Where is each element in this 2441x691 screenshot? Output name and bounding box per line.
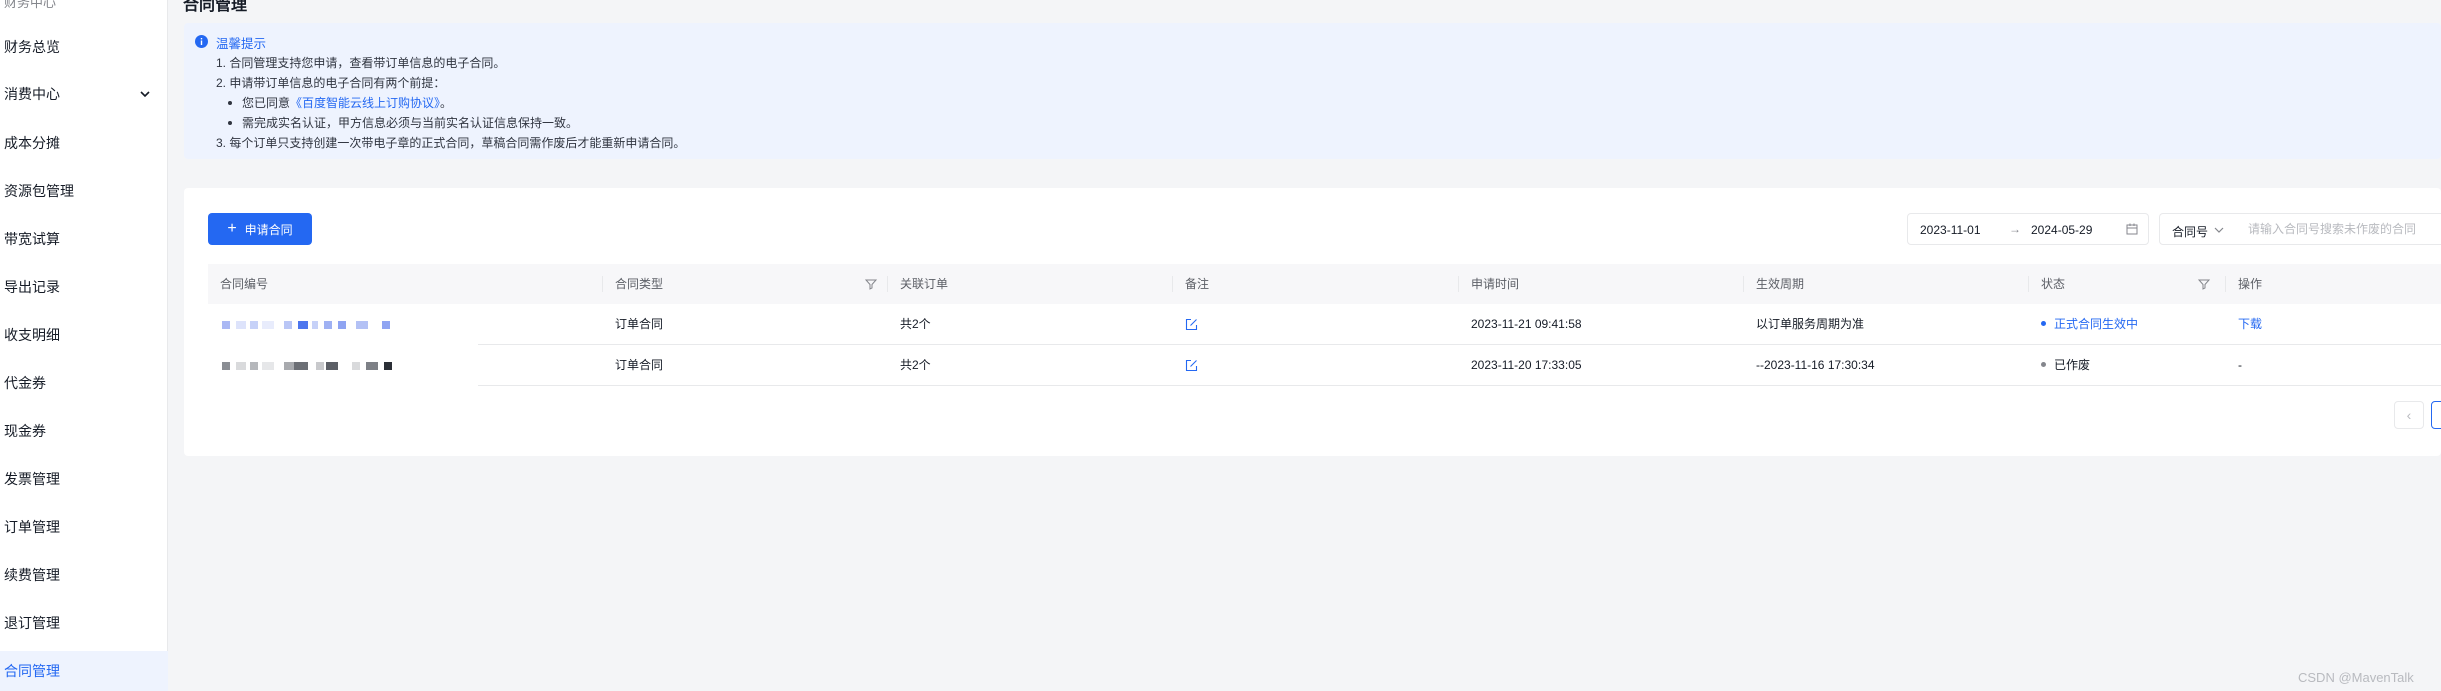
contract-list-card: + 申请合同 2023-11-01 → 2024-05-29 合同号 合同编号 …	[184, 188, 2441, 456]
sidebar-item-voucher[interactable]: 代金券	[0, 363, 168, 403]
sidebar-item-finance-overview[interactable]: 财务总览	[0, 27, 168, 67]
tip-bullet-2-text: 需完成实名认证，甲方信息必须与当前实名认证信息保持一致。	[242, 116, 579, 130]
status-text: 正式合同生效中	[2054, 317, 2139, 331]
sidebar-item-unsubscribe[interactable]: 退订管理	[0, 603, 168, 643]
tip-line-1: 1. 合同管理支持您申请，查看带订单信息的电子合同。	[216, 56, 506, 70]
chevron-down-icon	[140, 91, 150, 98]
watermark: CSDN @MavenTalk	[2298, 670, 2414, 685]
info-icon	[195, 35, 208, 48]
date-end: 2024-05-29	[2031, 223, 2093, 237]
sidebar: 财务中心 财务总览 消费中心 成本分摊 资源包管理 带宽试算 导出记录 收支明细…	[0, 0, 168, 691]
table-header: 合同编号 合同类型 关联订单 备注 申请时间 生效周期 状态 操作	[208, 264, 2441, 304]
contract-no-redacted	[222, 362, 412, 370]
row-divider-gap	[208, 385, 478, 386]
tip-title: 温馨提示	[216, 37, 267, 51]
sidebar-item-consumption-center[interactable]: 消费中心	[0, 74, 168, 114]
sidebar-item-bandwidth-calc[interactable]: 带宽试算	[0, 219, 168, 259]
search-field-value: 合同号	[2172, 225, 2209, 239]
col-contract-no: 合同编号	[220, 277, 269, 291]
col-apply-time: 申请时间	[1471, 277, 1520, 291]
filter-icon[interactable]	[865, 278, 877, 290]
date-start: 2023-11-01	[1920, 223, 1981, 237]
search-field-select[interactable]: 合同号	[2159, 213, 2237, 245]
sidebar-item-export-records[interactable]: 导出记录	[0, 267, 168, 307]
cell-contract-type: 订单合同	[615, 358, 664, 372]
pagination-prev-button[interactable]: ‹	[2394, 401, 2424, 429]
cell-effective-period: --2023-11-16 17:30:34	[1756, 358, 1875, 372]
edit-icon[interactable]	[1185, 318, 1198, 331]
cell-related-order: 共2个	[900, 358, 931, 372]
agreement-link[interactable]: 《百度智能云线上订购协议》	[290, 96, 440, 110]
tip-panel: 温馨提示 1. 合同管理支持您申请，查看带订单信息的电子合同。 2. 申请带订单…	[184, 23, 2441, 159]
col-contract-type: 合同类型	[615, 277, 664, 291]
chevron-down-icon	[2214, 227, 2224, 233]
sidebar-item-invoice[interactable]: 发票管理	[0, 459, 168, 499]
cell-action: 下载	[2226, 304, 2262, 345]
col-status: 状态	[2041, 277, 2066, 291]
col-related-order: 关联订单	[900, 277, 949, 291]
page-title: 合同管理	[183, 0, 248, 14]
sidebar-item-orders[interactable]: 订单管理	[0, 507, 168, 547]
tip-line-3: 3. 每个订单只支持创建一次带电子章的正式合同，草稿合同需作废后才能重新申请合同…	[216, 136, 686, 150]
col-action: 操作	[2238, 277, 2263, 291]
contract-no-redacted	[222, 321, 412, 329]
tip-bullet-2: 需完成实名认证，甲方信息必须与当前实名认证信息保持一致。	[228, 114, 578, 131]
table-row: 订单合同 共2个 2023-11-20 17:33:05 --2023-11-1…	[208, 345, 2441, 386]
cell-status: 正式合同生效中	[2029, 304, 2138, 345]
download-link[interactable]: 下载	[2238, 317, 2262, 331]
filter-icon[interactable]	[2198, 278, 2210, 290]
cell-related-order: 共2个	[900, 317, 931, 331]
search-input[interactable]	[2236, 213, 2441, 245]
cell-action: -	[2238, 358, 2242, 372]
tip-bullet-1-suffix: 。	[440, 96, 453, 110]
calendar-icon	[2126, 223, 2138, 235]
bullet-dot	[228, 120, 232, 125]
col-remark: 备注	[1185, 277, 1210, 291]
sidebar-item-label: 消费中心	[4, 86, 60, 102]
pagination-page-current[interactable]	[2431, 401, 2441, 429]
chevron-left-icon: ‹	[2406, 407, 2412, 423]
apply-contract-button[interactable]: + 申请合同	[208, 213, 312, 245]
plus-icon: +	[227, 220, 237, 237]
status-text: 已作废	[2054, 358, 2091, 372]
status-dot	[2041, 362, 2046, 368]
table-row: 订单合同 共2个 2023-11-21 09:41:58 以订单服务周期为准 正…	[208, 304, 2441, 345]
apply-contract-label: 申请合同	[244, 222, 293, 237]
sidebar-item-cost-allocation[interactable]: 成本分摊	[0, 123, 168, 163]
cell-status: 已作废	[2029, 345, 2090, 386]
sidebar-item-cash-coupon[interactable]: 现金券	[0, 411, 168, 451]
cell-contract-type: 订单合同	[615, 317, 664, 331]
sidebar-item-contracts[interactable]: 合同管理	[0, 651, 168, 691]
cell-apply-time: 2023-11-21 09:41:58	[1471, 317, 1582, 331]
cell-apply-time: 2023-11-20 17:33:05	[1471, 358, 1582, 372]
sidebar-item-renewal[interactable]: 续费管理	[0, 555, 168, 595]
edit-icon[interactable]	[1185, 359, 1198, 372]
status-dot	[2041, 321, 2046, 327]
tip-line-2: 2. 申请带订单信息的电子合同有两个前提：	[216, 76, 446, 90]
sidebar-section-label: 财务中心	[4, 0, 57, 10]
sidebar-item-income-expense[interactable]: 收支明细	[0, 315, 168, 355]
bullet-dot	[228, 100, 232, 105]
tip-bullet-1: 您已同意《百度智能云线上订购协议》。	[228, 94, 452, 111]
col-effective-period: 生效周期	[1756, 277, 1805, 291]
sidebar-item-resource-package[interactable]: 资源包管理	[0, 171, 168, 211]
date-range-arrow-icon: →	[2009, 222, 2021, 236]
tip-bullet-1-prefix: 您已同意	[242, 96, 291, 110]
cell-effective-period: 以订单服务周期为准	[1756, 317, 1865, 331]
date-range-picker[interactable]: 2023-11-01 → 2024-05-29	[1907, 213, 2149, 245]
